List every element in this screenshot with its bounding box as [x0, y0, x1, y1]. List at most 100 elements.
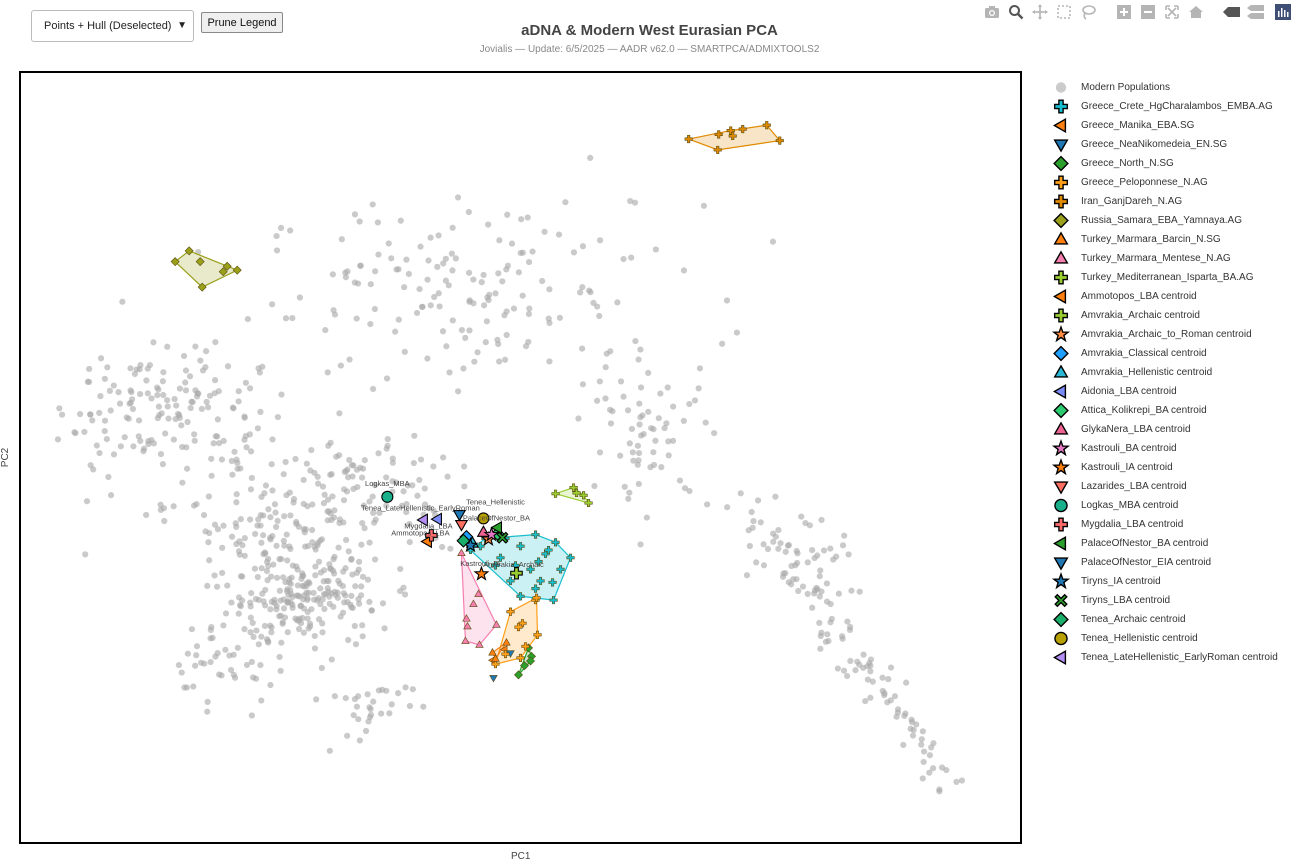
modern-population-point[interactable] [212, 338, 219, 346]
modern-population-point[interactable] [204, 708, 211, 715]
legend-marker[interactable] [1052, 383, 1067, 400]
modern-population-point[interactable] [371, 305, 378, 313]
modern-population-point[interactable] [103, 436, 110, 443]
modern-population-point[interactable] [596, 312, 603, 320]
modern-population-point[interactable] [304, 596, 311, 604]
legend-item[interactable]: Russia_Samara_EBA_Yamnaya.AG [1050, 211, 1278, 230]
legend-marker[interactable] [1053, 364, 1069, 378]
modern-population-point[interactable] [241, 414, 248, 421]
modern-population-point[interactable] [447, 545, 454, 552]
modern-population-point[interactable] [128, 389, 135, 396]
modern-population-point[interactable] [414, 492, 421, 499]
modern-population-point[interactable] [277, 667, 284, 675]
modern-population-point[interactable] [546, 358, 553, 365]
modern-population-point[interactable] [775, 545, 782, 552]
modern-population-point[interactable] [110, 451, 118, 458]
modern-population-point[interactable] [369, 385, 377, 393]
modern-population-point[interactable] [289, 314, 296, 322]
modern-population-point[interactable] [242, 379, 250, 386]
modern-population-point[interactable] [442, 277, 449, 284]
modern-population-point[interactable] [304, 608, 311, 616]
modern-population-point[interactable] [484, 294, 491, 301]
modern-population-point[interactable] [191, 431, 198, 438]
modern-population-point[interactable] [192, 662, 199, 669]
legend-marker[interactable] [1053, 421, 1069, 435]
modern-population-point[interactable] [637, 384, 645, 391]
modern-population-point[interactable] [267, 606, 274, 613]
modern-population-point[interactable] [424, 276, 431, 283]
legend-marker[interactable] [1051, 439, 1071, 457]
modern-population-point[interactable] [308, 446, 315, 454]
modern-population-point[interactable] [637, 346, 644, 353]
modern-population-point[interactable] [247, 486, 255, 493]
modern-population-point[interactable] [839, 542, 847, 549]
modern-population-point[interactable] [300, 629, 307, 636]
modern-population-point[interactable] [150, 440, 157, 447]
modern-population-point[interactable] [247, 629, 254, 636]
modern-population-point[interactable] [350, 485, 357, 493]
modern-population-point[interactable] [202, 364, 209, 371]
modern-population-point[interactable] [331, 693, 338, 700]
modern-population-point[interactable] [887, 697, 894, 704]
modern-population-point[interactable] [252, 675, 260, 682]
modern-population-point[interactable] [602, 395, 609, 402]
modern-population-point[interactable] [299, 572, 306, 580]
legend-marker[interactable] [1053, 517, 1069, 532]
modern-population-point[interactable] [280, 574, 287, 581]
modern-population-point[interactable] [117, 443, 124, 450]
modern-population-point[interactable] [351, 695, 359, 703]
modern-population-point[interactable] [356, 737, 363, 744]
modern-population-point[interactable] [255, 365, 262, 372]
modern-population-point[interactable] [406, 538, 413, 546]
modern-population-point[interactable] [769, 238, 777, 245]
modern-population-point[interactable] [208, 623, 215, 631]
modern-population-point[interactable] [936, 788, 943, 795]
modern-population-point[interactable] [234, 644, 241, 651]
modern-population-point[interactable] [474, 349, 481, 356]
modern-population-point[interactable] [320, 578, 327, 585]
modern-population-point[interactable] [241, 535, 248, 542]
modern-population-point[interactable] [462, 334, 469, 341]
legend-marker[interactable] [1053, 481, 1069, 495]
legend-marker[interactable] [1053, 308, 1069, 323]
modern-population-point[interactable] [335, 544, 342, 551]
legend-item[interactable]: PalaceOfNestor_BA centroid [1050, 534, 1278, 553]
modern-population-point[interactable] [243, 661, 251, 669]
modern-population-point[interactable] [241, 552, 248, 559]
legend-item[interactable]: Greece_Peloponnese_N.AG [1050, 173, 1278, 192]
modern-population-point[interactable] [303, 580, 310, 587]
modern-population-point[interactable] [816, 573, 823, 580]
modern-population-point[interactable] [811, 554, 818, 562]
modern-population-point[interactable] [596, 378, 603, 385]
modern-population-point[interactable] [632, 337, 639, 345]
modern-population-point[interactable] [204, 582, 211, 589]
modern-population-point[interactable] [411, 432, 418, 439]
modern-population-point[interactable] [355, 566, 362, 573]
modern-population-point[interactable] [321, 605, 328, 613]
modern-population-point[interactable] [159, 378, 166, 385]
modern-population-point[interactable] [345, 548, 352, 555]
modern-population-point[interactable] [224, 363, 232, 370]
modern-population-point[interactable] [324, 517, 331, 524]
modern-population-point[interactable] [596, 449, 604, 456]
modern-population-point[interactable] [818, 516, 825, 524]
modern-population-point[interactable] [183, 444, 190, 451]
modern-population-point[interactable] [336, 410, 343, 417]
modern-population-point[interactable] [273, 523, 280, 531]
modern-population-point[interactable] [214, 416, 221, 423]
modern-population-point[interactable] [190, 502, 198, 509]
modern-population-point[interactable] [827, 545, 834, 552]
modern-population-point[interactable] [743, 572, 751, 579]
modern-population-point[interactable] [214, 650, 221, 657]
modern-population-point[interactable] [596, 237, 604, 244]
modern-population-point[interactable] [647, 464, 654, 471]
modern-population-point[interactable] [193, 652, 200, 659]
modern-population-point[interactable] [273, 247, 281, 254]
modern-population-point[interactable] [470, 300, 477, 307]
modern-population-point[interactable] [310, 589, 317, 597]
modern-population-point[interactable] [427, 302, 434, 309]
modern-population-point[interactable] [305, 543, 312, 550]
modern-population-point[interactable] [357, 262, 364, 269]
modern-population-point[interactable] [799, 583, 807, 590]
modern-population-point[interactable] [267, 534, 274, 541]
